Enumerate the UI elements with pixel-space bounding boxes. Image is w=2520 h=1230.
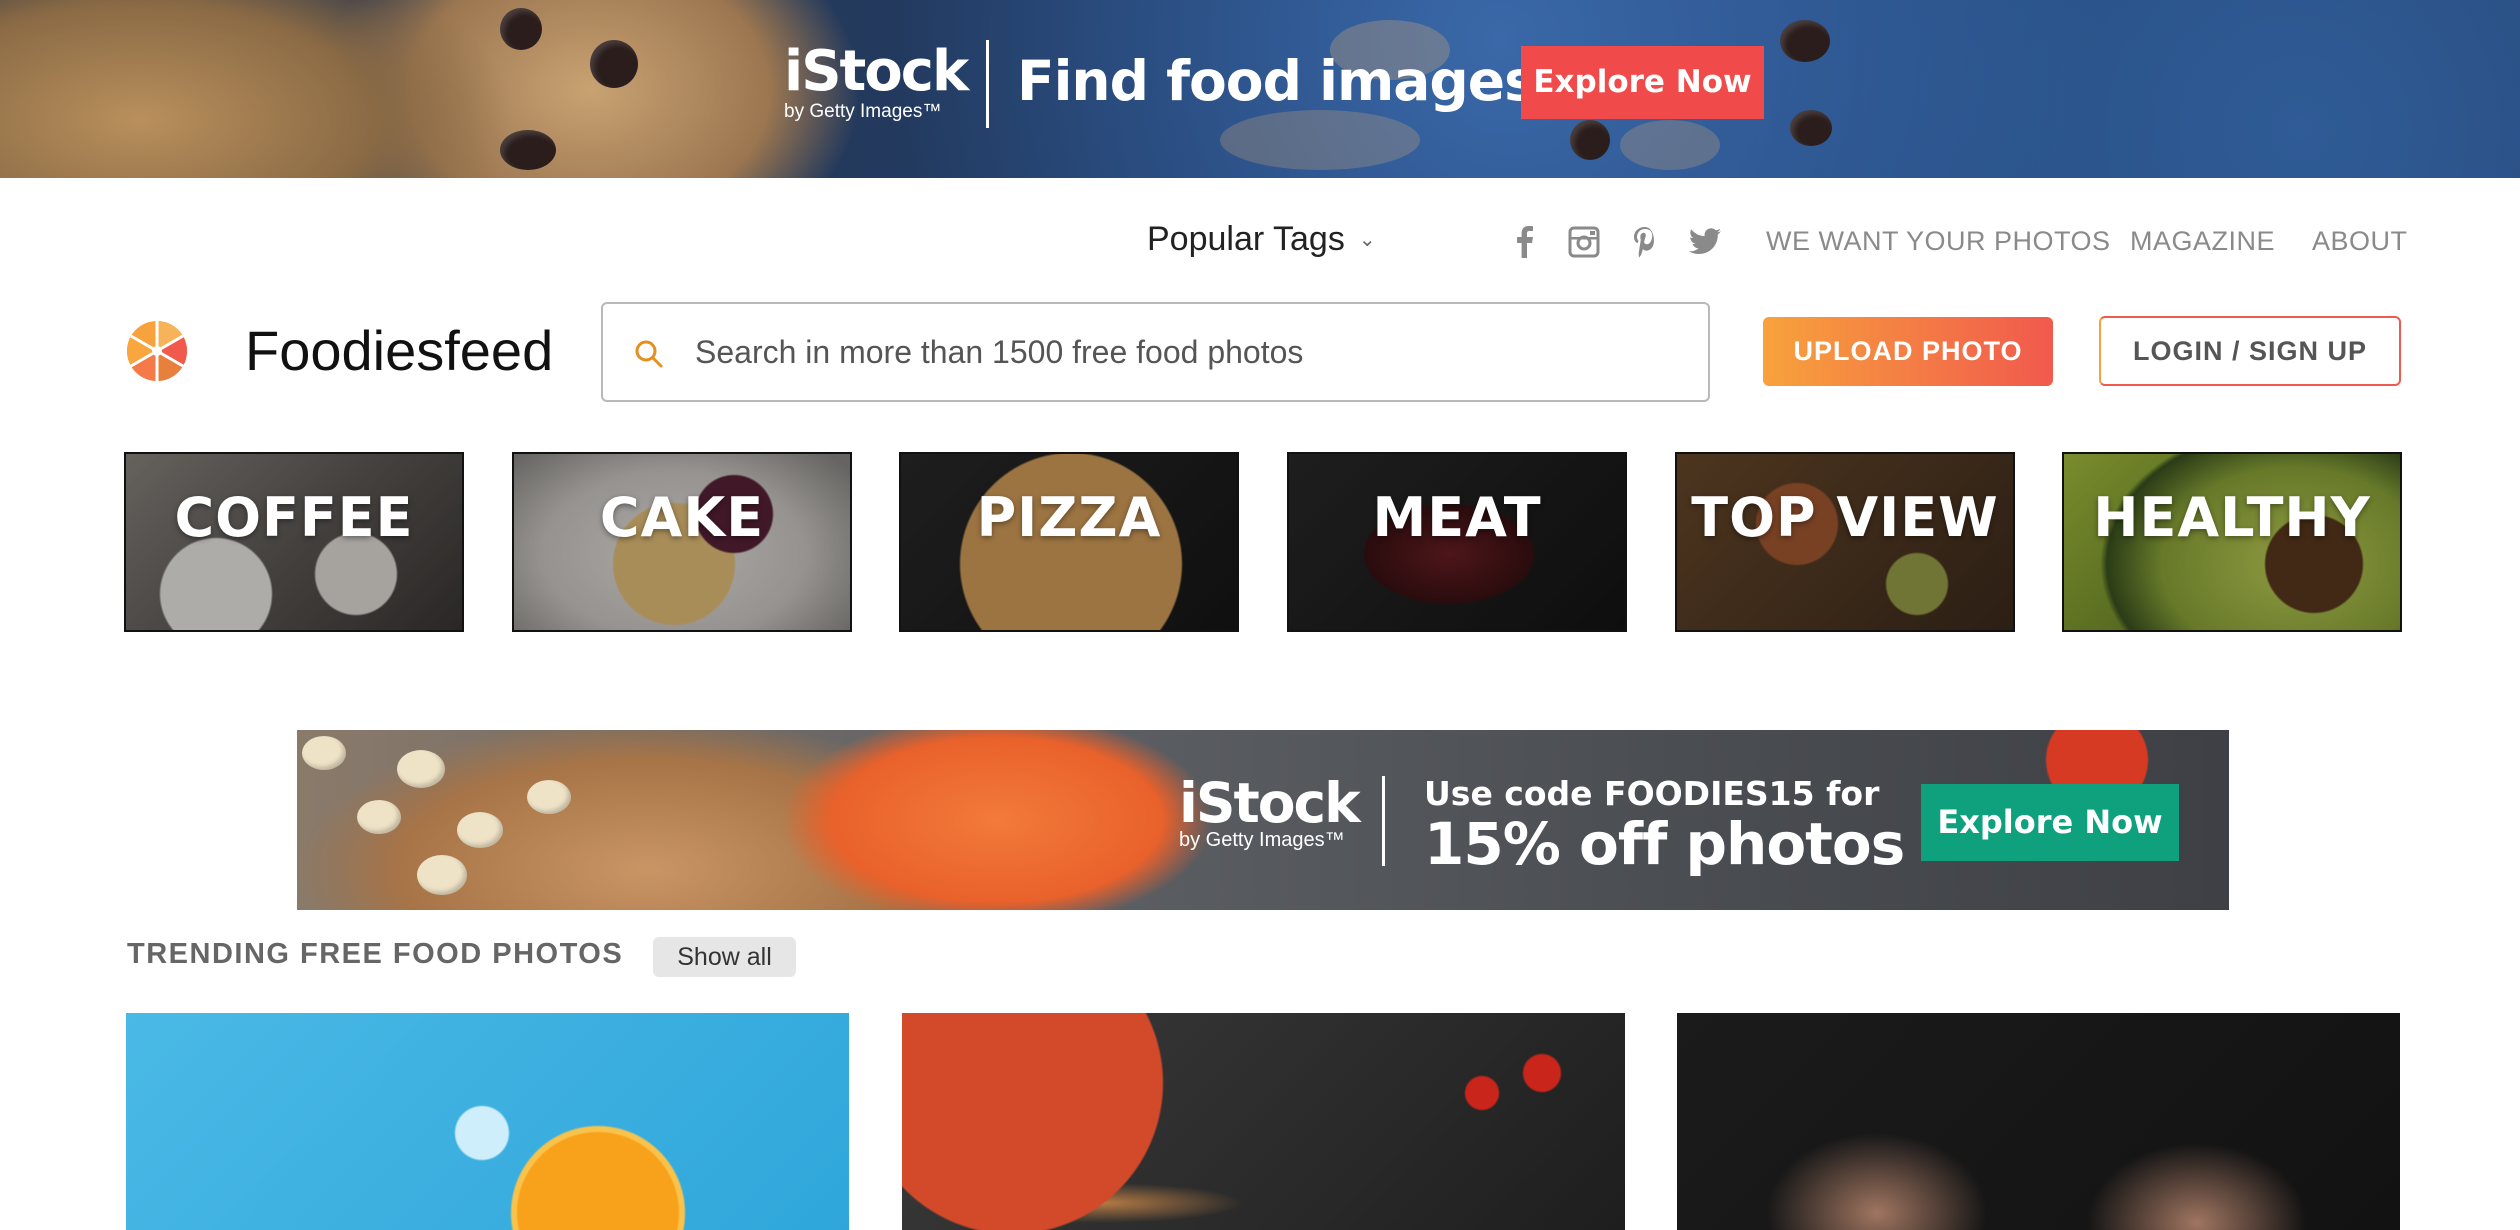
nav-link-magazine[interactable]: MAGAZINE	[2130, 226, 2275, 257]
pinterest-icon[interactable]	[1628, 225, 1662, 259]
promo-discount-text: 15% off photos	[1424, 810, 1905, 878]
almond-decoration	[302, 736, 346, 770]
category-label: MEAT	[1372, 486, 1542, 549]
category-tile-cake[interactable]: CAKE	[512, 452, 852, 632]
banner-explore-now-button[interactable]: Explore Now	[1521, 46, 1764, 119]
popular-tags-label: Popular Tags	[1147, 220, 1345, 258]
upload-photo-button[interactable]: UPLOAD PHOTO	[1763, 317, 2053, 386]
chocolate-chip-decoration	[1790, 110, 1832, 146]
sugar-speckle	[1220, 110, 1420, 170]
foodiesfeed-logo-icon[interactable]	[126, 320, 188, 382]
category-tile-top-view[interactable]: TOP VIEW	[1675, 452, 2015, 632]
almond-decoration	[527, 780, 571, 814]
twitter-icon[interactable]	[1688, 225, 1722, 259]
category-label: COFFEE	[174, 486, 414, 549]
promo-divider	[1382, 776, 1385, 866]
nav-link-about[interactable]: ABOUT	[2312, 226, 2408, 257]
istock-logo: iStock by Getty Images™	[784, 39, 969, 122]
almond-decoration	[357, 800, 401, 834]
category-tile-healthy[interactable]: HEALTHY	[2062, 452, 2402, 632]
trending-photo-card[interactable]	[902, 1013, 1625, 1230]
promo-code-text: Use code FOODIES15 for	[1424, 774, 1880, 813]
istock-logo: iStock by Getty Images™	[1179, 771, 1361, 851]
trending-photo-card[interactable]	[1677, 1013, 2400, 1230]
almond-decoration	[457, 812, 503, 848]
sugar-speckle	[1620, 120, 1720, 170]
top-istock-banner[interactable]: iStock by Getty Images™ Find food images…	[0, 0, 2520, 178]
chocolate-chip-decoration	[1780, 20, 1830, 62]
search-input[interactable]	[695, 304, 1685, 400]
show-all-button[interactable]: Show all	[653, 937, 796, 977]
instagram-icon[interactable]	[1567, 225, 1601, 259]
banner-divider	[986, 40, 989, 128]
chocolate-chip-decoration	[590, 40, 638, 88]
promo-istock-banner[interactable]: iStock by Getty Images™ Use code FOODIES…	[297, 730, 2229, 910]
popular-tags-dropdown[interactable]: Popular Tags ⌄	[1147, 220, 1376, 259]
category-label: PIZZA	[976, 486, 1162, 549]
banner-headline: Find food images	[1017, 49, 1537, 113]
facebook-icon[interactable]	[1508, 225, 1542, 259]
almond-decoration	[397, 750, 445, 788]
promo-explore-now-button[interactable]: Explore Now	[1921, 784, 2179, 861]
search-box[interactable]	[601, 302, 1710, 402]
category-label: CAKE	[599, 486, 765, 549]
login-signup-button[interactable]: LOGIN / SIGN UP	[2099, 316, 2401, 386]
category-tile-meat[interactable]: MEAT	[1287, 452, 1627, 632]
istock-logo-brand: iStock	[784, 39, 969, 104]
chocolate-chip-decoration	[1570, 120, 1610, 160]
site-name[interactable]: Foodiesfeed	[245, 318, 553, 383]
almond-decoration	[417, 855, 467, 895]
istock-logo-brand: iStock	[1179, 771, 1361, 835]
category-tile-pizza[interactable]: PIZZA	[899, 452, 1239, 632]
chocolate-chip-decoration	[500, 8, 542, 50]
nav-link-we-want-your-photos[interactable]: WE WANT YOUR PHOTOS	[1766, 226, 2111, 257]
istock-logo-subtitle: by Getty Images™	[784, 101, 942, 122]
search-icon	[635, 340, 663, 368]
istock-logo-subtitle: by Getty Images™	[1179, 829, 1345, 851]
category-label: HEALTHY	[2093, 486, 2371, 549]
chocolate-chip-decoration	[500, 130, 556, 170]
category-label: TOP VIEW	[1691, 486, 1999, 549]
trending-section-title: TRENDING FREE FOOD PHOTOS	[127, 938, 624, 970]
category-tile-coffee[interactable]: COFFEE	[124, 452, 464, 632]
chevron-down-icon: ⌄	[1358, 229, 1376, 251]
trending-photo-card[interactable]	[126, 1013, 849, 1230]
